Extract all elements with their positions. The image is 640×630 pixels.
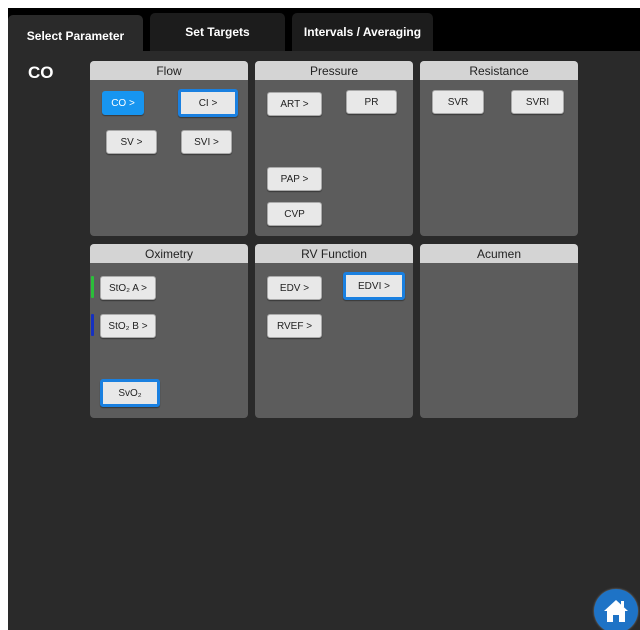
rv-function-panel-header: RV Function bbox=[255, 244, 413, 263]
co-button[interactable]: CO > bbox=[102, 91, 144, 115]
rvef-button[interactable]: RVEF > bbox=[267, 314, 322, 338]
tab-intervals-averaging[interactable]: Intervals / Averaging bbox=[292, 13, 433, 51]
sto2-a-button[interactable]: StO₂ A > bbox=[100, 276, 156, 300]
pressure-panel-header: Pressure bbox=[255, 61, 413, 80]
flow-panel-header: Flow bbox=[90, 61, 248, 80]
edv-button[interactable]: EDV > bbox=[267, 276, 322, 300]
sto2-a-indicator bbox=[91, 276, 94, 298]
tab-select-parameter[interactable]: Select Parameter bbox=[8, 15, 143, 51]
flow-panel: Flow CO > CI > SV > SVI > bbox=[90, 61, 248, 236]
ci-button[interactable]: CI > bbox=[178, 89, 238, 117]
parameter-select-screen: Select Parameter Set Targets Intervals /… bbox=[8, 8, 640, 630]
pressure-panel: Pressure ART > PR PAP > CVP bbox=[255, 61, 413, 236]
svo2-button[interactable]: SvO₂ bbox=[100, 379, 160, 407]
oximetry-panel: Oximetry StO₂ A > StO₂ B > SvO₂ bbox=[90, 244, 248, 418]
home-button[interactable] bbox=[594, 589, 638, 630]
rv-function-panel: RV Function EDV > EDVI > RVEF > bbox=[255, 244, 413, 418]
svi-button[interactable]: SVI > bbox=[181, 130, 232, 154]
sv-button[interactable]: SV > bbox=[106, 130, 157, 154]
tab-set-targets[interactable]: Set Targets bbox=[150, 13, 285, 51]
sto2-b-button[interactable]: StO₂ B > bbox=[100, 314, 156, 338]
pr-button[interactable]: PR bbox=[346, 90, 397, 114]
oximetry-panel-header: Oximetry bbox=[90, 244, 248, 263]
tab-bar: Select Parameter Set Targets Intervals /… bbox=[8, 8, 640, 51]
art-button[interactable]: ART > bbox=[267, 92, 322, 116]
resistance-panel-header: Resistance bbox=[420, 61, 578, 80]
sto2-b-indicator bbox=[91, 314, 94, 336]
acumen-panel: Acumen bbox=[420, 244, 578, 418]
pap-button[interactable]: PAP > bbox=[267, 167, 322, 191]
home-icon bbox=[604, 600, 628, 622]
acumen-panel-header: Acumen bbox=[420, 244, 578, 263]
svri-button[interactable]: SVRI bbox=[511, 90, 564, 114]
current-parameter-label: CO bbox=[28, 63, 54, 82]
resistance-panel: Resistance SVR SVRI bbox=[420, 61, 578, 236]
edvi-button[interactable]: EDVI > bbox=[343, 272, 405, 300]
cvp-button[interactable]: CVP bbox=[267, 202, 322, 226]
svr-button[interactable]: SVR bbox=[432, 90, 484, 114]
